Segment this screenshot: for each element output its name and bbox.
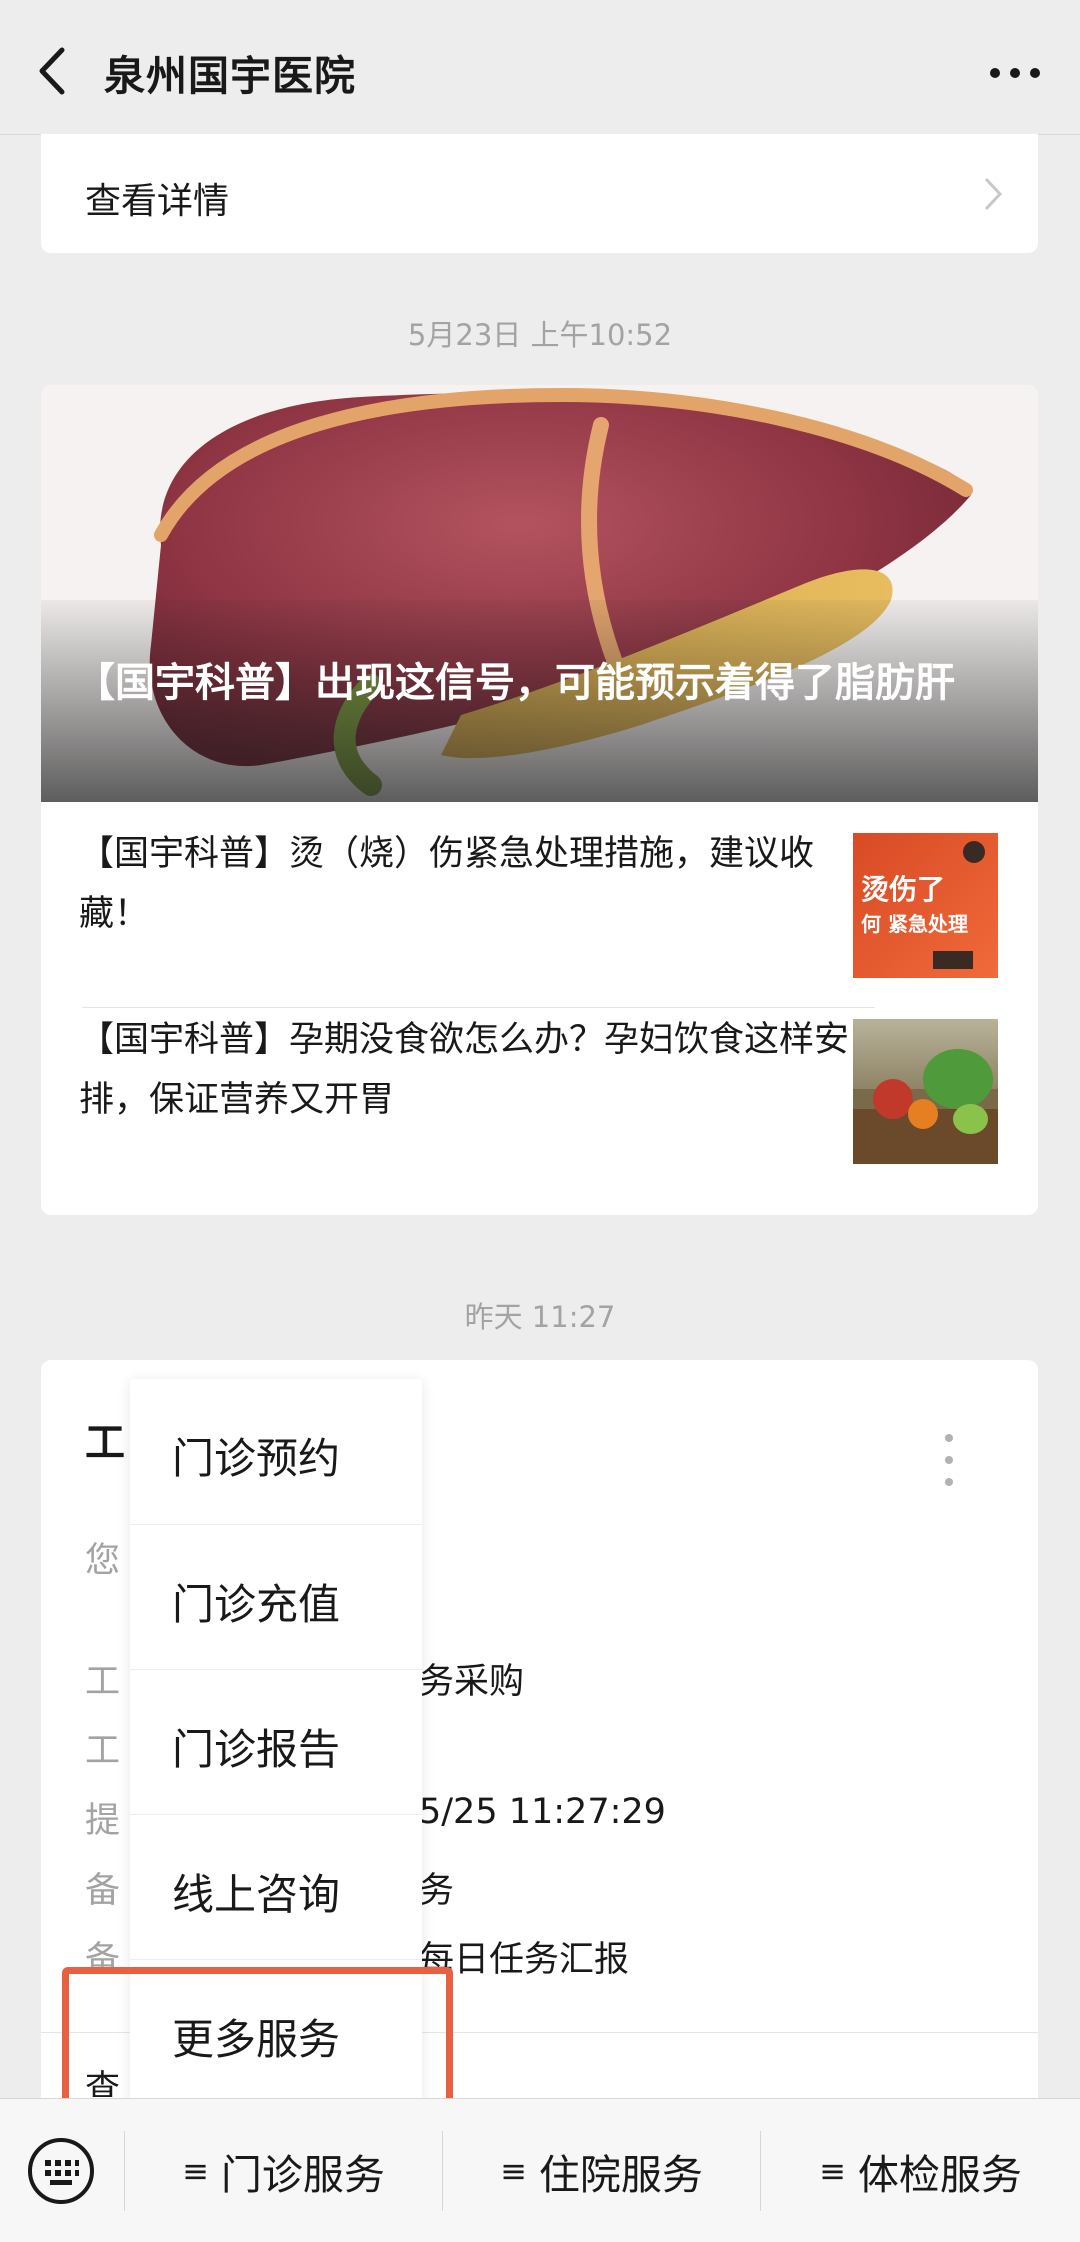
service-menu-bar: ≡ 门诊服务 ≡ 住院服务 ≡ 体检服务 [0,2098,1080,2242]
message-title: 工 [85,1420,125,1466]
menu-lines-icon: ≡ [500,2152,527,2190]
vegetables-thumbnail [853,1019,998,1164]
article-item[interactable]: 【国宇科普】烫（烧）伤紧急处理措施，建议收藏！ 烫伤了 何 紧急处理 [41,802,1038,988]
more-dots-icon [990,68,1040,78]
chevron-left-icon [39,47,65,95]
message-field-label: 工 [85,1731,121,1771]
tab-outpatient-services[interactable]: ≡ 门诊服务 [125,2099,442,2242]
menu-lines-icon: ≡ [182,2152,209,2190]
message-field-label: 提 [85,1801,121,1841]
timestamp: 昨天 11:27 [464,1300,616,1334]
tab-label: 住院服务 [538,2151,703,2199]
message-field-value: 务 [419,1871,455,1911]
message-field-label: 您 [85,1541,121,1581]
message-field-label: 备 [85,1871,121,1911]
tab-label: 门诊服务 [220,2151,385,2199]
message-field-label: 工 [85,1662,121,1702]
menu-item-appointment[interactable]: 门诊预约 [130,1379,422,1524]
back-button[interactable] [28,38,84,104]
kebab-menu-icon[interactable] [939,1430,959,1490]
more-button[interactable] [980,48,1050,88]
menu-item-report[interactable]: 门诊报告 [130,1669,422,1814]
menu-lines-icon: ≡ [819,2152,846,2190]
message-field-value: 5/25 11:27:29 [419,1792,666,1832]
article-title: 【国宇科普】孕期没食欲怎么办？孕妇饮食这样安排，保证营养又开胃 [79,1020,850,1120]
thumb-text-1: 烫伤了 [861,873,946,906]
page-title: 泉州国宇医院 [104,52,356,100]
tab-checkup-services[interactable]: ≡ 体检服务 [761,2099,1080,2242]
hero-article[interactable]: 【国宇科普】出现这信号，可能预示着得了脂肪肝 [41,385,1038,802]
tab-label: 体检服务 [857,2151,1022,2199]
keyboard-toggle-button[interactable] [26,2136,96,2206]
service-popup-menu: 门诊预约 门诊充值 门诊报告 线上咨询 更多服务 [130,1379,422,2106]
thumb-text-2: 何 紧急处理 [861,912,968,936]
menu-item-consult[interactable]: 线上咨询 [130,1814,422,1959]
keyboard-icon [28,2138,94,2204]
chevron-right-icon [984,177,1003,211]
burn-thumbnail: 烫伤了 何 紧急处理 [853,833,998,978]
article-title: 【国宇科普】烫（烧）伤紧急处理措施，建议收藏！ [79,834,815,934]
message-field-value: 每日任务汇报 [419,1940,630,1980]
hero-title: 【国宇科普】出现这信号，可能预示着得了脂肪肝 [75,660,955,706]
details-card[interactable]: 查看详情 [41,134,1038,253]
timestamp: 5月23日 上午10:52 [407,318,673,352]
article-item[interactable]: 【国宇科普】孕期没食欲怎么办？孕妇饮食这样安排，保证营养又开胃 [41,988,1038,1174]
tab-inpatient-services[interactable]: ≡ 住院服务 [443,2099,760,2242]
view-details-label: 查看详情 [85,181,230,222]
menu-item-recharge[interactable]: 门诊充值 [130,1524,422,1669]
message-field-label: 备 [85,1940,121,1980]
menu-item-more-services[interactable]: 更多服务 [130,1959,422,2104]
message-field-value: 务采购 [419,1662,525,1702]
article-card[interactable]: 【国宇科普】出现这信号，可能预示着得了脂肪肝 【国宇科普】烫（烧）伤紧急处理措施… [41,385,1038,1215]
top-bar: 泉州国宇医院 [0,0,1080,135]
